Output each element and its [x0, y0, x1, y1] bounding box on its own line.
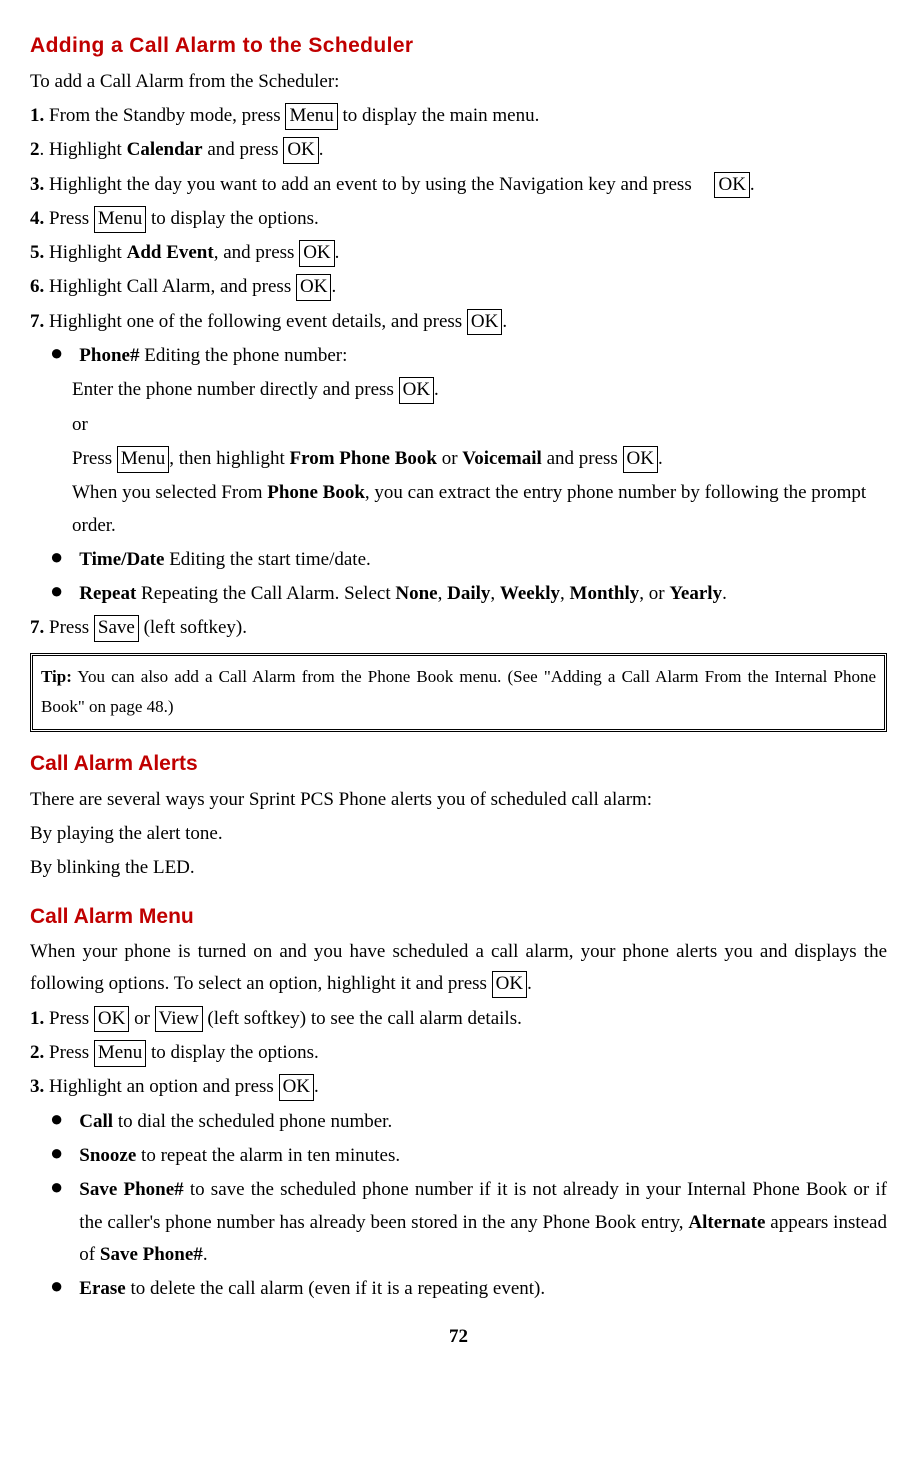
ok-key: OK [283, 137, 318, 164]
alerts-tone: By playing the alert tone. [30, 818, 887, 850]
menu-key: Menu [285, 103, 337, 130]
bullet-call: ● Call to dial the scheduled phone numbe… [30, 1106, 887, 1138]
step-4: 4. Press Menu to display the options. [30, 203, 887, 235]
section-heading-adding-call-alarm: Adding a Call Alarm to the Scheduler [30, 28, 887, 64]
page-number: 72 [30, 1321, 887, 1353]
bullet-phone-detail-2: Press Menu, then highlight From Phone Bo… [30, 443, 887, 475]
menu-key: Menu [94, 1040, 146, 1067]
ok-key: OK [94, 1006, 129, 1033]
bullet-save-phone: ● Save Phone# to save the scheduled phon… [30, 1174, 887, 1271]
intro-text: To add a Call Alarm from the Scheduler: [30, 66, 887, 98]
bullet-icon: ● [50, 1106, 63, 1132]
bullet-erase: ● Erase to delete the call alarm (even i… [30, 1273, 887, 1305]
bullet-icon: ● [50, 1174, 63, 1200]
ok-key: OK [399, 377, 434, 404]
bullet-timedate: ● Time/Date Editing the start time/date. [30, 544, 887, 576]
ok-key: OK [492, 971, 527, 998]
bullet-icon: ● [50, 1273, 63, 1299]
bullet-snooze: ● Snooze to repeat the alarm in ten minu… [30, 1140, 887, 1172]
step-6: 6. Highlight Call Alarm, and press OK. [30, 271, 887, 303]
bullet-repeat: ● Repeat Repeating the Call Alarm. Selec… [30, 578, 887, 610]
ok-key: OK [296, 274, 331, 301]
bullet-icon: ● [50, 578, 63, 604]
section-heading-menu: Call Alarm Menu [30, 899, 887, 935]
ok-key: OK [714, 172, 749, 199]
bullet-icon: ● [50, 544, 63, 570]
step-7b: 7. Press Save (left softkey). [30, 612, 887, 644]
bullet-icon: ● [50, 1140, 63, 1166]
save-key: Save [94, 615, 139, 642]
menu-step-2: 2. Press Menu to display the options. [30, 1037, 887, 1069]
bullet-icon: ● [50, 340, 63, 366]
bullet-phone-detail-1: Enter the phone number directly and pres… [30, 374, 887, 406]
menu-key: Menu [117, 446, 169, 473]
step-1: 1. From the Standby mode, press Menu to … [30, 100, 887, 132]
bullet-phone-or: or [30, 409, 887, 441]
step-2: 2. Highlight Calendar and press OK. [30, 134, 887, 166]
tip-box: Tip: You can also add a Call Alarm from … [30, 653, 887, 732]
menu-step-3: 3. Highlight an option and press OK. [30, 1071, 887, 1103]
ok-key: OK [623, 446, 658, 473]
ok-key: OK [467, 309, 502, 336]
view-key: View [155, 1006, 203, 1033]
step-3: 3. Highlight the day you want to add an … [30, 169, 887, 201]
bullet-phone-detail-3: When you selected From Phone Book, you c… [30, 477, 887, 542]
menu-intro: When your phone is turned on and you hav… [30, 936, 887, 1001]
section-heading-alerts: Call Alarm Alerts [30, 746, 887, 782]
alerts-intro: There are several ways your Sprint PCS P… [30, 784, 887, 816]
bullet-phone: ● Phone# Editing the phone number: [30, 340, 887, 372]
menu-key: Menu [94, 206, 146, 233]
step-7: 7. Highlight one of the following event … [30, 306, 887, 338]
ok-key: OK [299, 240, 334, 267]
alerts-led: By blinking the LED. [30, 852, 887, 884]
menu-step-1: 1. Press OK or View (left softkey) to se… [30, 1003, 887, 1035]
step-5: 5. Highlight Add Event, and press OK. [30, 237, 887, 269]
ok-key: OK [279, 1074, 314, 1101]
